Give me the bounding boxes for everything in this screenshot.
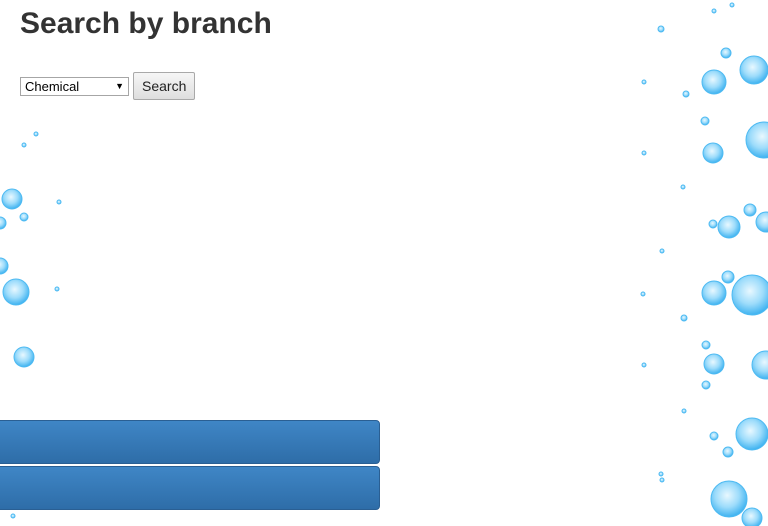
branch-select-value: Chemical	[25, 78, 80, 94]
page-title: Search by branch	[20, 7, 272, 40]
chevron-down-icon: ▼	[115, 81, 124, 91]
page: Search by branch Chemical ▼ Search	[0, 0, 768, 526]
blue-bar-1	[0, 420, 380, 464]
search-button[interactable]: Search	[133, 72, 196, 100]
blue-bar-2	[0, 466, 380, 510]
branch-select[interactable]: Chemical ▼	[20, 76, 129, 96]
search-form: Chemical ▼ Search	[20, 72, 196, 100]
